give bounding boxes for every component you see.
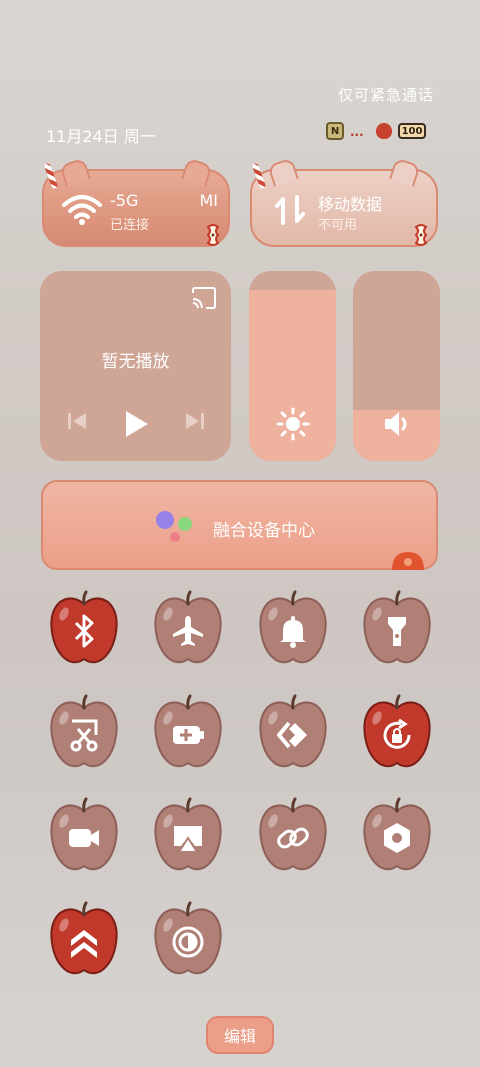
link-toggle[interactable] — [256, 797, 330, 873]
media-title: 暂无播放 — [101, 352, 170, 372]
status-bar: N ... 100 — [326, 122, 426, 140]
bluetooth-toggle[interactable] — [47, 590, 121, 666]
dark-mode-toggle[interactable] — [151, 901, 225, 977]
chevrons-up-icon — [71, 930, 97, 959]
emergency-only-label: 仅可紧急通话 — [337, 86, 434, 104]
video-camera-icon — [69, 829, 99, 848]
sun-icon — [276, 407, 309, 441]
wifi-icon — [62, 195, 102, 225]
fusion-device-center-button[interactable]: 融合设备中心 — [41, 480, 438, 570]
apple-core-decoration — [206, 224, 220, 246]
wifi-ssid-right: MI — [199, 191, 218, 210]
mobile-data-tile[interactable]: 移动数据 不可用 — [250, 157, 438, 247]
tomato-decoration — [392, 552, 424, 570]
play-icon[interactable] — [122, 409, 150, 439]
cat-ear-decoration — [389, 157, 421, 187]
flashlight-toggle[interactable] — [360, 590, 434, 666]
settings-toggle[interactable] — [360, 797, 434, 873]
rotation-lock-icon — [383, 718, 411, 749]
bluetooth-icon — [74, 614, 94, 648]
date-label: 11月24日 周一 — [46, 127, 156, 146]
wifi-ssid: -5G — [110, 191, 139, 210]
wifi-status: 已连接 — [110, 218, 150, 233]
volume-slider[interactable] — [353, 271, 440, 461]
bell-icon — [280, 616, 306, 649]
mobile-data-title: 移动数据 — [318, 195, 383, 214]
mobile-data-status: 不可用 — [318, 218, 358, 233]
battery-icon: 100 — [398, 123, 426, 139]
airplane-mode-toggle[interactable] — [151, 590, 225, 666]
screenshot-toggle[interactable] — [47, 694, 121, 770]
nfc-icon: N — [326, 122, 344, 140]
fusion-device-icon — [156, 511, 192, 542]
hex-nut-icon — [384, 823, 410, 854]
share-arrows-icon — [277, 721, 307, 749]
candy-cane-decoration — [251, 162, 267, 190]
rotation-lock-toggle[interactable] — [360, 694, 434, 770]
cat-ear-decoration — [59, 157, 91, 187]
signal-icon: ... — [350, 125, 364, 139]
brightness-slider[interactable] — [249, 271, 336, 461]
flashlight-icon — [388, 617, 406, 647]
fusion-label: 融合设备中心 — [213, 521, 315, 541]
battery-plus-icon — [173, 726, 204, 745]
cast-icon[interactable] — [191, 287, 217, 309]
link-icon — [277, 827, 309, 849]
screen-record-toggle[interactable] — [47, 797, 121, 873]
scissors-icon — [70, 719, 98, 752]
ring-mode-toggle[interactable] — [256, 590, 330, 666]
wifi-tile[interactable]: -5G MI 已连接 — [42, 157, 230, 247]
cast-screen-icon — [174, 826, 202, 854]
mobile-data-icon — [275, 195, 305, 225]
battery-saver-toggle[interactable] — [151, 694, 225, 770]
airplane-icon — [173, 616, 203, 647]
next-track-icon[interactable] — [184, 409, 206, 433]
performance-mode-toggle[interactable] — [47, 901, 121, 977]
cat-ear-decoration — [181, 157, 213, 187]
apple-core-decoration — [414, 224, 428, 246]
cat-ear-decoration — [267, 157, 299, 187]
edit-button[interactable]: 编辑 — [206, 1016, 274, 1054]
apple-status-icon — [376, 123, 392, 139]
candy-cane-decoration — [43, 162, 59, 190]
media-player-card[interactable]: 暂无播放 — [40, 271, 231, 461]
screen-cast-toggle[interactable] — [151, 797, 225, 873]
nearby-share-toggle[interactable] — [256, 694, 330, 770]
previous-track-icon[interactable] — [66, 409, 88, 433]
contrast-icon — [172, 926, 204, 958]
speaker-icon — [384, 412, 406, 436]
